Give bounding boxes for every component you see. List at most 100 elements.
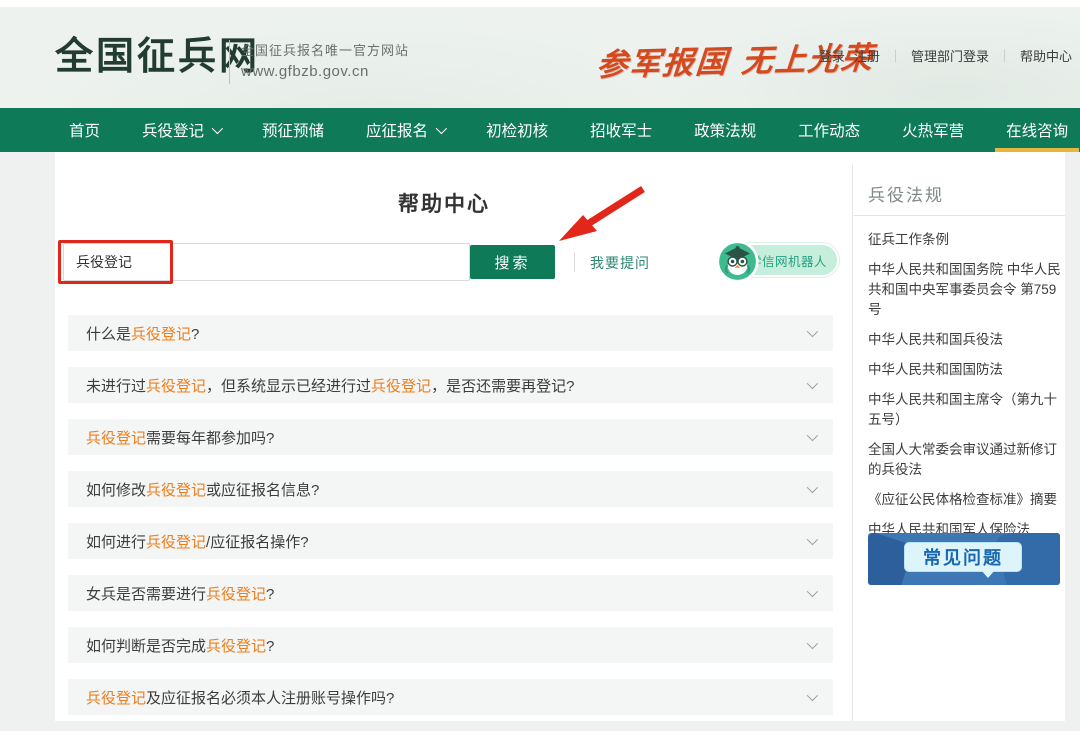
search-input[interactable] [63, 243, 470, 281]
law-link[interactable]: 中华人民共和国主席令（第九十五号） [868, 390, 1064, 430]
faq-question: 兵役登记需要每年都参加吗? [86, 427, 274, 448]
faq-row[interactable]: 未进行过兵役登记，但系统显示已经进行过兵役登记，是否还需要再登记? [68, 367, 833, 403]
content-card: 帮助中心 搜索 我要提问 学信网机器人 什么是兵役登记?未进行过兵役登记，但系统… [55, 152, 1065, 721]
nav-item-label: 工作动态 [798, 119, 860, 141]
sidebar-title: 兵役法规 [868, 181, 944, 206]
ask-question-link[interactable]: 我要提问 [590, 253, 650, 273]
site-header: 全国征兵网 全国征兵报名唯一官方网站 www.gfbzb.gov.cn 参军报国… [0, 7, 1080, 108]
faq-text: /应征报名操作? [206, 534, 309, 551]
sidebar-divider [852, 165, 853, 721]
faq-highlight-term: 兵役登记 [146, 482, 206, 499]
faq-banner[interactable]: 常见问题 [868, 533, 1060, 585]
chevron-down-icon [807, 378, 818, 389]
nav-item[interactable]: 应征报名 [345, 108, 465, 152]
faq-question: 兵役登记及应征报名必须本人注册账号操作吗? [86, 687, 394, 708]
faq-row[interactable]: 女兵是否需要进行兵役登记? [68, 575, 833, 611]
faq-row[interactable]: 什么是兵役登记? [68, 315, 833, 351]
nav-item[interactable]: 政策法规 [673, 108, 777, 152]
top-link[interactable]: 帮助中心 [1020, 49, 1072, 64]
nav-item-label: 初检初核 [486, 119, 548, 141]
law-link[interactable]: 《应征公民体格检查标准》摘要 [868, 490, 1064, 510]
law-link[interactable]: 征兵工作条例 [868, 230, 1064, 250]
nav-item[interactable]: 首页 [48, 108, 121, 152]
top-links-separator: ｜ [998, 49, 1011, 64]
faq-row[interactable]: 如何修改兵役登记或应征报名信息? [68, 471, 833, 507]
faq-text: 未进行过 [86, 378, 146, 395]
faq-question: 女兵是否需要进行兵役登记? [86, 583, 274, 604]
faq-question: 什么是兵役登记? [86, 323, 199, 344]
faq-highlight-term: 兵役登记 [206, 586, 266, 603]
chevron-down-icon [807, 534, 818, 545]
top-links-separator: ｜ [889, 49, 902, 64]
faq-highlight-term: 兵役登记 [131, 326, 191, 343]
nav-item[interactable]: 兵役登记 [121, 108, 241, 152]
faq-text: 如何修改 [86, 482, 146, 499]
logo-divider [229, 40, 230, 84]
law-link[interactable]: 中华人民共和国国务院 中华人民共和国中央军事委员会令 第759号 [868, 260, 1064, 320]
main-nav: 首页兵役登记预征预储应征报名初检初核招收军士政策法规工作动态火热军营在线咨询廉洁… [0, 108, 1080, 152]
law-link[interactable]: 中华人民共和国国防法 [868, 360, 1064, 380]
nav-item-label: 兵役登记 [142, 119, 204, 141]
faq-row[interactable]: 如何进行兵役登记/应征报名操作? [68, 523, 833, 559]
nav-item-label: 预征预储 [262, 119, 324, 141]
site-tagline: 全国征兵报名唯一官方网站 [241, 40, 409, 59]
law-list: 征兵工作条例中华人民共和国国务院 中华人民共和国中央军事委员会令 第759号中华… [868, 230, 1064, 550]
faq-text: ? [266, 586, 274, 603]
nav-item-label: 火热军营 [902, 119, 964, 141]
faq-text: ，是否还需要再登记? [431, 378, 574, 395]
faq-text: 或应征报名信息? [206, 482, 319, 499]
faq-highlight-term: 兵役登记 [206, 638, 266, 655]
faq-question: 如何判断是否完成兵役登记? [86, 635, 274, 656]
top-white-strip [0, 0, 1080, 7]
faq-text: 女兵是否需要进行 [86, 586, 206, 603]
chevron-down-icon [807, 482, 818, 493]
nav-item[interactable]: 招收军士 [569, 108, 673, 152]
chevron-down-icon [807, 430, 818, 441]
faq-text: 及应征报名必须本人注册账号操作吗? [146, 690, 394, 707]
faq-highlight-term: 兵役登记 [86, 430, 146, 447]
sidebar-title-underline [853, 215, 1065, 216]
chevron-down-icon [436, 123, 447, 134]
nav-item[interactable]: 火热军营 [881, 108, 985, 152]
nav-item[interactable]: 工作动态 [777, 108, 881, 152]
nav-item-label: 应征报名 [366, 119, 428, 141]
faq-row[interactable]: 兵役登记需要每年都参加吗? [68, 419, 833, 455]
page-title: 帮助中心 [55, 188, 833, 218]
top-links: 登录注册 ｜ 管理部门登录 ｜ 帮助中心 [819, 46, 1072, 65]
faq-highlight-term: 兵役登记 [146, 534, 206, 551]
site-url: www.gfbzb.gov.cn [241, 63, 369, 80]
faq-row[interactable]: 如何判断是否完成兵役登记? [68, 627, 833, 663]
top-link[interactable]: 注册 [854, 49, 880, 64]
faq-text: ，但系统显示已经进行过 [206, 378, 371, 395]
faq-highlight-term: 兵役登记 [86, 690, 146, 707]
nav-item[interactable]: 在线咨询 [985, 108, 1080, 152]
nav-item[interactable]: 预征预储 [241, 108, 345, 152]
chevron-down-icon [807, 690, 818, 701]
faq-text: ? [266, 638, 274, 655]
chevron-down-icon [212, 123, 223, 134]
ask-divider [574, 252, 575, 272]
search-button[interactable]: 搜索 [470, 245, 555, 279]
top-link[interactable]: 登录 [819, 49, 845, 64]
law-link[interactable]: 中华人民共和国兵役法 [868, 330, 1064, 350]
top-link[interactable]: 管理部门登录 [911, 49, 989, 64]
owl-robot-icon [716, 240, 759, 283]
nav-item-label: 政策法规 [694, 119, 756, 141]
faq-row[interactable]: 兵役登记及应征报名必须本人注册账号操作吗? [68, 679, 833, 715]
faq-question: 如何修改兵役登记或应征报名信息? [86, 479, 319, 500]
faq-text: 需要每年都参加吗? [146, 430, 274, 447]
faq-text: ? [191, 326, 199, 343]
nav-item[interactable]: 初检初核 [465, 108, 569, 152]
faq-text: 如何进行 [86, 534, 146, 551]
faq-question: 如何进行兵役登记/应征报名操作? [86, 531, 309, 552]
faq-text: 如何判断是否完成 [86, 638, 206, 655]
faq-question: 未进行过兵役登记，但系统显示已经进行过兵役登记，是否还需要再登记? [86, 375, 574, 396]
nav-item-label: 招收军士 [590, 119, 652, 141]
chevron-down-icon [807, 326, 818, 337]
faq-text: 什么是 [86, 326, 131, 343]
nav-item-label: 在线咨询 [1006, 119, 1068, 141]
faq-highlight-term: 兵役登记 [371, 378, 431, 395]
chevron-down-icon [807, 638, 818, 649]
faq-list: 什么是兵役登记?未进行过兵役登记，但系统显示已经进行过兵役登记，是否还需要再登记… [68, 315, 833, 731]
law-link[interactable]: 全国人大常委会审议通过新修订的兵役法 [868, 440, 1064, 480]
